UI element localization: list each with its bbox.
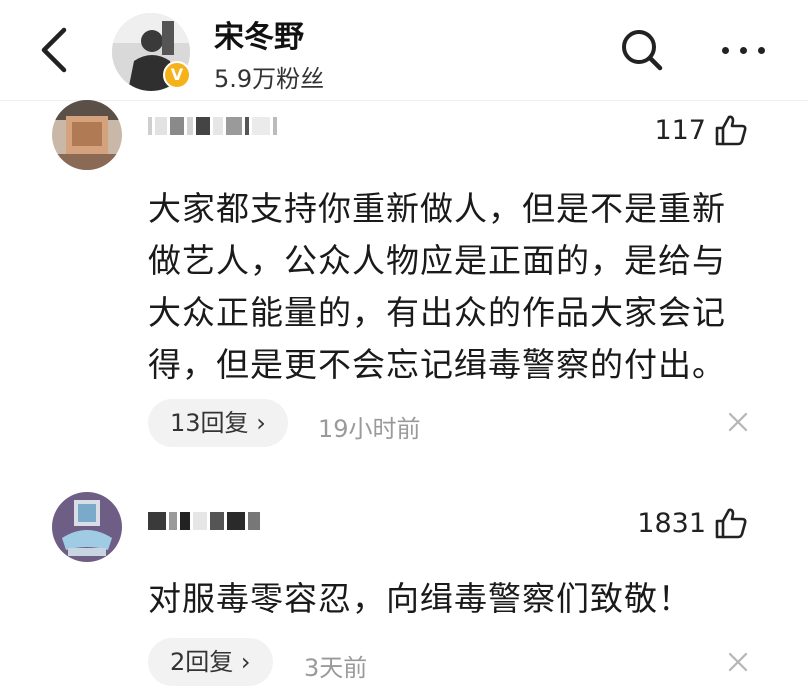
profile-header: V 宋冬野 5.9万粉丝: [0, 0, 808, 101]
more-button[interactable]: [716, 26, 772, 74]
comment-time: 3天前: [304, 654, 368, 682]
verified-badge-icon: V: [163, 61, 191, 89]
comment-text: 大家都支持你重新做人，但是不是重新做艺人，公众人物应是正面的，是给与大众正能量的…: [148, 189, 726, 384]
thumbs-up-icon: [715, 115, 747, 146]
like-count: 117: [654, 114, 706, 146]
comment-text: 对服毒零容忍，向缉毒警察们致敬！: [148, 579, 692, 618]
reply-count: 2回复: [170, 648, 234, 676]
commenter-avatar[interactable]: [52, 492, 122, 562]
back-arrow-icon: [41, 27, 67, 73]
commenter-username[interactable]: [148, 512, 263, 534]
back-button[interactable]: [30, 22, 80, 78]
profile-name[interactable]: 宋冬野: [214, 12, 304, 56]
avatar-photo: [52, 492, 122, 562]
search-button[interactable]: [618, 26, 666, 74]
like-count: 1831: [637, 507, 706, 539]
reply-count-button[interactable]: 2回复 ›: [148, 638, 273, 686]
close-icon: [728, 652, 748, 672]
more-icon: [758, 47, 765, 54]
dismiss-button[interactable]: [726, 650, 750, 674]
like-button[interactable]: 117: [654, 110, 748, 150]
chevron-right-icon: ›: [256, 409, 266, 437]
avatar-photo: [52, 100, 122, 170]
follower-count: 5.9万粉丝: [214, 65, 325, 93]
commenter-avatar[interactable]: [52, 100, 122, 170]
chevron-right-icon: ›: [240, 648, 251, 676]
more-icon: [722, 47, 729, 54]
reply-count-button[interactable]: 13回复 ›: [148, 399, 288, 447]
reply-count: 13回复: [170, 409, 249, 437]
close-icon: [728, 412, 748, 432]
commenter-username[interactable]: [148, 117, 280, 139]
like-button[interactable]: 1831: [637, 503, 748, 543]
thumbs-up-icon: [715, 508, 747, 539]
dismiss-button[interactable]: [726, 410, 750, 434]
more-icon: [740, 47, 747, 54]
search-icon: [622, 30, 663, 71]
comment-time: 19小时前: [318, 415, 421, 443]
